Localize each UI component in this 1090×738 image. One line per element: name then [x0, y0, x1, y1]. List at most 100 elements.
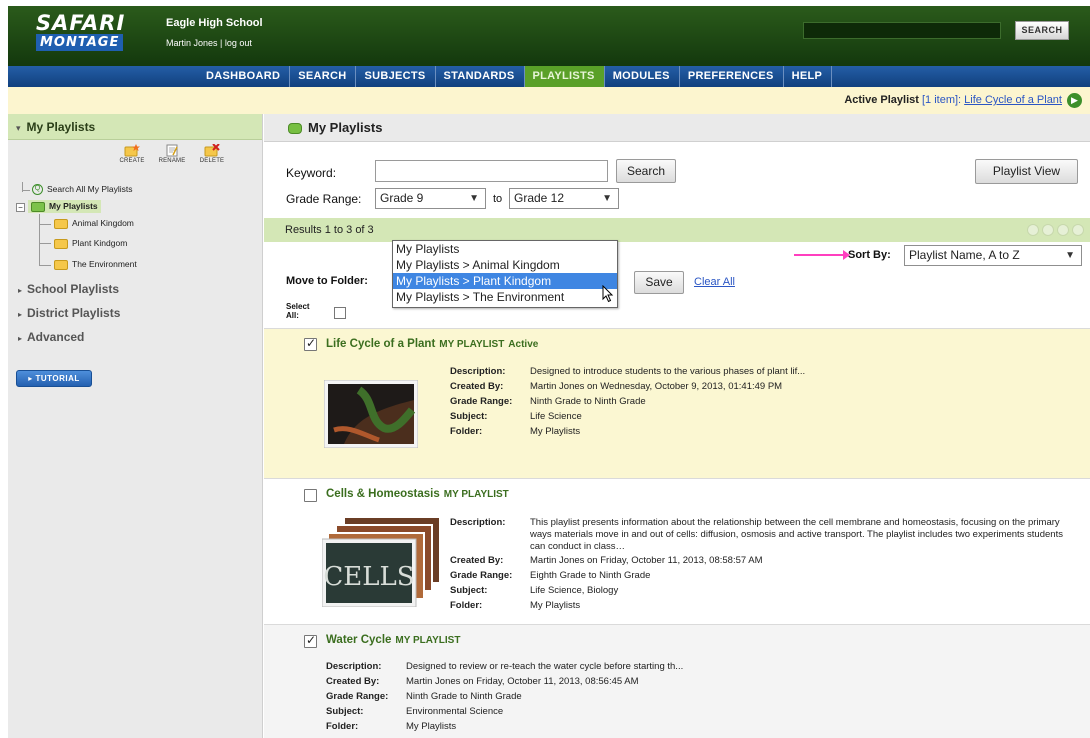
meta-key: Created By:	[326, 676, 380, 687]
nav-help[interactable]: HELP	[784, 66, 833, 87]
rename-button[interactable]: RENAME	[156, 144, 188, 164]
sidebar-section-advanced[interactable]: ▸ Advanced	[18, 330, 84, 344]
playlist-grade-range: Ninth Grade to Ninth Grade	[406, 691, 522, 702]
select-all-line2: All:	[286, 311, 299, 320]
grade-from-value: Grade 9	[380, 191, 424, 205]
keyword-input[interactable]	[375, 160, 608, 182]
nav-modules[interactable]: MODULES	[605, 66, 680, 87]
logout-link[interactable]: log out	[225, 38, 252, 48]
playlist-title[interactable]: Water Cycle MY PLAYLIST	[326, 634, 460, 646]
playlist-thumbnail-stack[interactable]: CELLS	[322, 515, 442, 607]
playlist-grade-range: Eighth Grade to Ninth Grade	[530, 570, 651, 581]
user-name[interactable]: Martin Jones	[166, 38, 218, 48]
folder-option[interactable]: My Playlists > The Environment	[393, 289, 617, 305]
header: SAFARI MONTAGE Eagle High School Martin …	[8, 6, 1090, 66]
folder-icon	[31, 201, 45, 212]
meta-key: Created By:	[450, 381, 504, 392]
playlist-folder: My Playlists	[530, 600, 581, 611]
playlist-subject: Environmental Science	[406, 706, 504, 717]
grade-range-label: Grade Range:	[286, 192, 362, 206]
nav-standards[interactable]: STANDARDS	[436, 66, 525, 87]
mouse-cursor-icon	[602, 285, 614, 303]
playlist-checkbox[interactable]	[304, 336, 317, 351]
clear-all-link[interactable]: Clear All	[694, 276, 735, 288]
nav-preferences[interactable]: PREFERENCES	[680, 66, 784, 87]
save-button[interactable]: Save	[634, 271, 684, 294]
playlist-grade-range: Ninth Grade to Ninth Grade	[530, 396, 646, 407]
folder-option[interactable]: My Playlists	[393, 241, 617, 257]
folder-option-highlighted[interactable]: My Playlists > Plant Kindgom	[393, 273, 617, 289]
sort-value: Playlist Name, A to Z	[909, 248, 1020, 262]
chevron-down-icon: ▼	[602, 193, 612, 204]
playlist-title[interactable]: Cells & Homeostasis MY PLAYLIST	[326, 488, 509, 500]
playlist-view-button[interactable]: Playlist View	[975, 159, 1078, 184]
select-all-checkbox[interactable]	[334, 307, 346, 319]
results-bar: Results 1 to 3 of 3	[264, 218, 1090, 242]
folder-dropdown-list[interactable]: My Playlists My Playlists > Animal Kingd…	[392, 240, 618, 308]
tree-collapse-toggle[interactable]: −	[16, 203, 25, 212]
nav-subjects[interactable]: SUBJECTS	[356, 66, 436, 87]
active-playlist-info: Active Playlist [1 item]: Life Cycle of …	[844, 94, 1062, 106]
search-button[interactable]: Search	[616, 159, 676, 183]
delete-button[interactable]: DELETE	[196, 144, 228, 164]
select-all-line1: Select	[286, 302, 310, 311]
app-frame: SAFARI MONTAGE Eagle High School Martin …	[8, 6, 1090, 738]
section-label: District Playlists	[27, 306, 121, 320]
tree-item-label: Plant Kindgom	[72, 238, 128, 248]
tree-item-animal-kingdom[interactable]: Animal Kingdom	[54, 218, 134, 229]
rename-icon	[166, 144, 178, 157]
playlist-status: Active	[508, 339, 539, 350]
grade-to-select[interactable]: Grade 12 ▼	[509, 188, 619, 209]
chevron-down-icon: ▼	[469, 193, 479, 204]
playlist-checkbox[interactable]	[304, 489, 317, 502]
expand-icon: ▸	[18, 286, 23, 295]
playlist-meta: Description: This playlist presents infor…	[450, 515, 1065, 613]
logo[interactable]: SAFARI MONTAGE	[36, 12, 132, 51]
create-folder-icon	[124, 144, 140, 157]
playlist-tag: MY PLAYLIST	[439, 339, 505, 350]
main-header: My Playlists	[264, 114, 1090, 142]
folder-icon	[54, 218, 68, 229]
prev-page-icon[interactable]	[1042, 224, 1054, 236]
meta-key: Subject:	[450, 411, 488, 422]
tree-my-playlists[interactable]: My Playlists	[28, 200, 101, 213]
pager	[1027, 224, 1084, 236]
tree-item-label: Animal Kingdom	[72, 218, 134, 228]
playlist-title[interactable]: Life Cycle of a Plant MY PLAYLIST Active	[326, 338, 538, 350]
global-search-input[interactable]	[803, 22, 1001, 39]
annotation-arrow	[794, 250, 850, 260]
logo-bottom: MONTAGE	[36, 34, 124, 51]
global-search-button[interactable]: SEARCH	[1015, 21, 1069, 40]
meta-key: Grade Range:	[450, 396, 513, 407]
playlist-description: This playlist presents information about…	[530, 517, 1063, 552]
sidebar-header[interactable]: ▾ My Playlists	[8, 114, 262, 140]
first-page-icon[interactable]	[1027, 224, 1039, 236]
main-nav: DASHBOARD SEARCH SUBJECTS STANDARDS PLAY…	[8, 66, 1090, 87]
active-playlist-link[interactable]: Life Cycle of a Plant	[964, 94, 1062, 106]
meta-key: Folder:	[450, 600, 483, 611]
last-page-icon[interactable]	[1072, 224, 1084, 236]
playlist-card: Life Cycle of a PlantMY PLAYLISTActive D…	[264, 328, 1090, 478]
tree-item-plant-kingdom[interactable]: Plant Kindgom	[54, 238, 127, 249]
nav-playlists[interactable]: PLAYLISTS	[524, 66, 605, 87]
go-arrow-icon[interactable]: ▶	[1067, 93, 1082, 108]
create-button[interactable]: CREATE	[116, 144, 148, 164]
folder-option[interactable]: My Playlists > Animal Kingdom	[393, 257, 617, 273]
tutorial-button[interactable]: ▸ TUTORIAL	[16, 370, 92, 387]
grade-from-select[interactable]: Grade 9 ▼	[375, 188, 486, 209]
tree-item-the-environment[interactable]: The Environment	[54, 259, 137, 270]
nav-dashboard[interactable]: DASHBOARD	[198, 66, 291, 87]
playlist-title-text: Life Cycle of a Plant	[326, 338, 436, 350]
meta-key: Subject:	[326, 706, 364, 717]
nav-search[interactable]: SEARCH	[290, 66, 357, 87]
move-to-folder-label: Move to Folder:	[286, 275, 368, 287]
sidebar-section-district[interactable]: ▸ District Playlists	[18, 306, 120, 320]
meta-key: Created By:	[450, 555, 504, 566]
playlist-checkbox[interactable]	[304, 633, 317, 648]
sidebar-section-school[interactable]: ▸ School Playlists	[18, 282, 119, 296]
rename-label: RENAME	[158, 158, 186, 164]
next-page-icon[interactable]	[1057, 224, 1069, 236]
sort-select[interactable]: Playlist Name, A to Z ▼	[904, 245, 1082, 266]
tree-search-all[interactable]: Q Search All My Playlists	[32, 184, 133, 196]
playlist-thumbnail[interactable]	[324, 380, 418, 448]
